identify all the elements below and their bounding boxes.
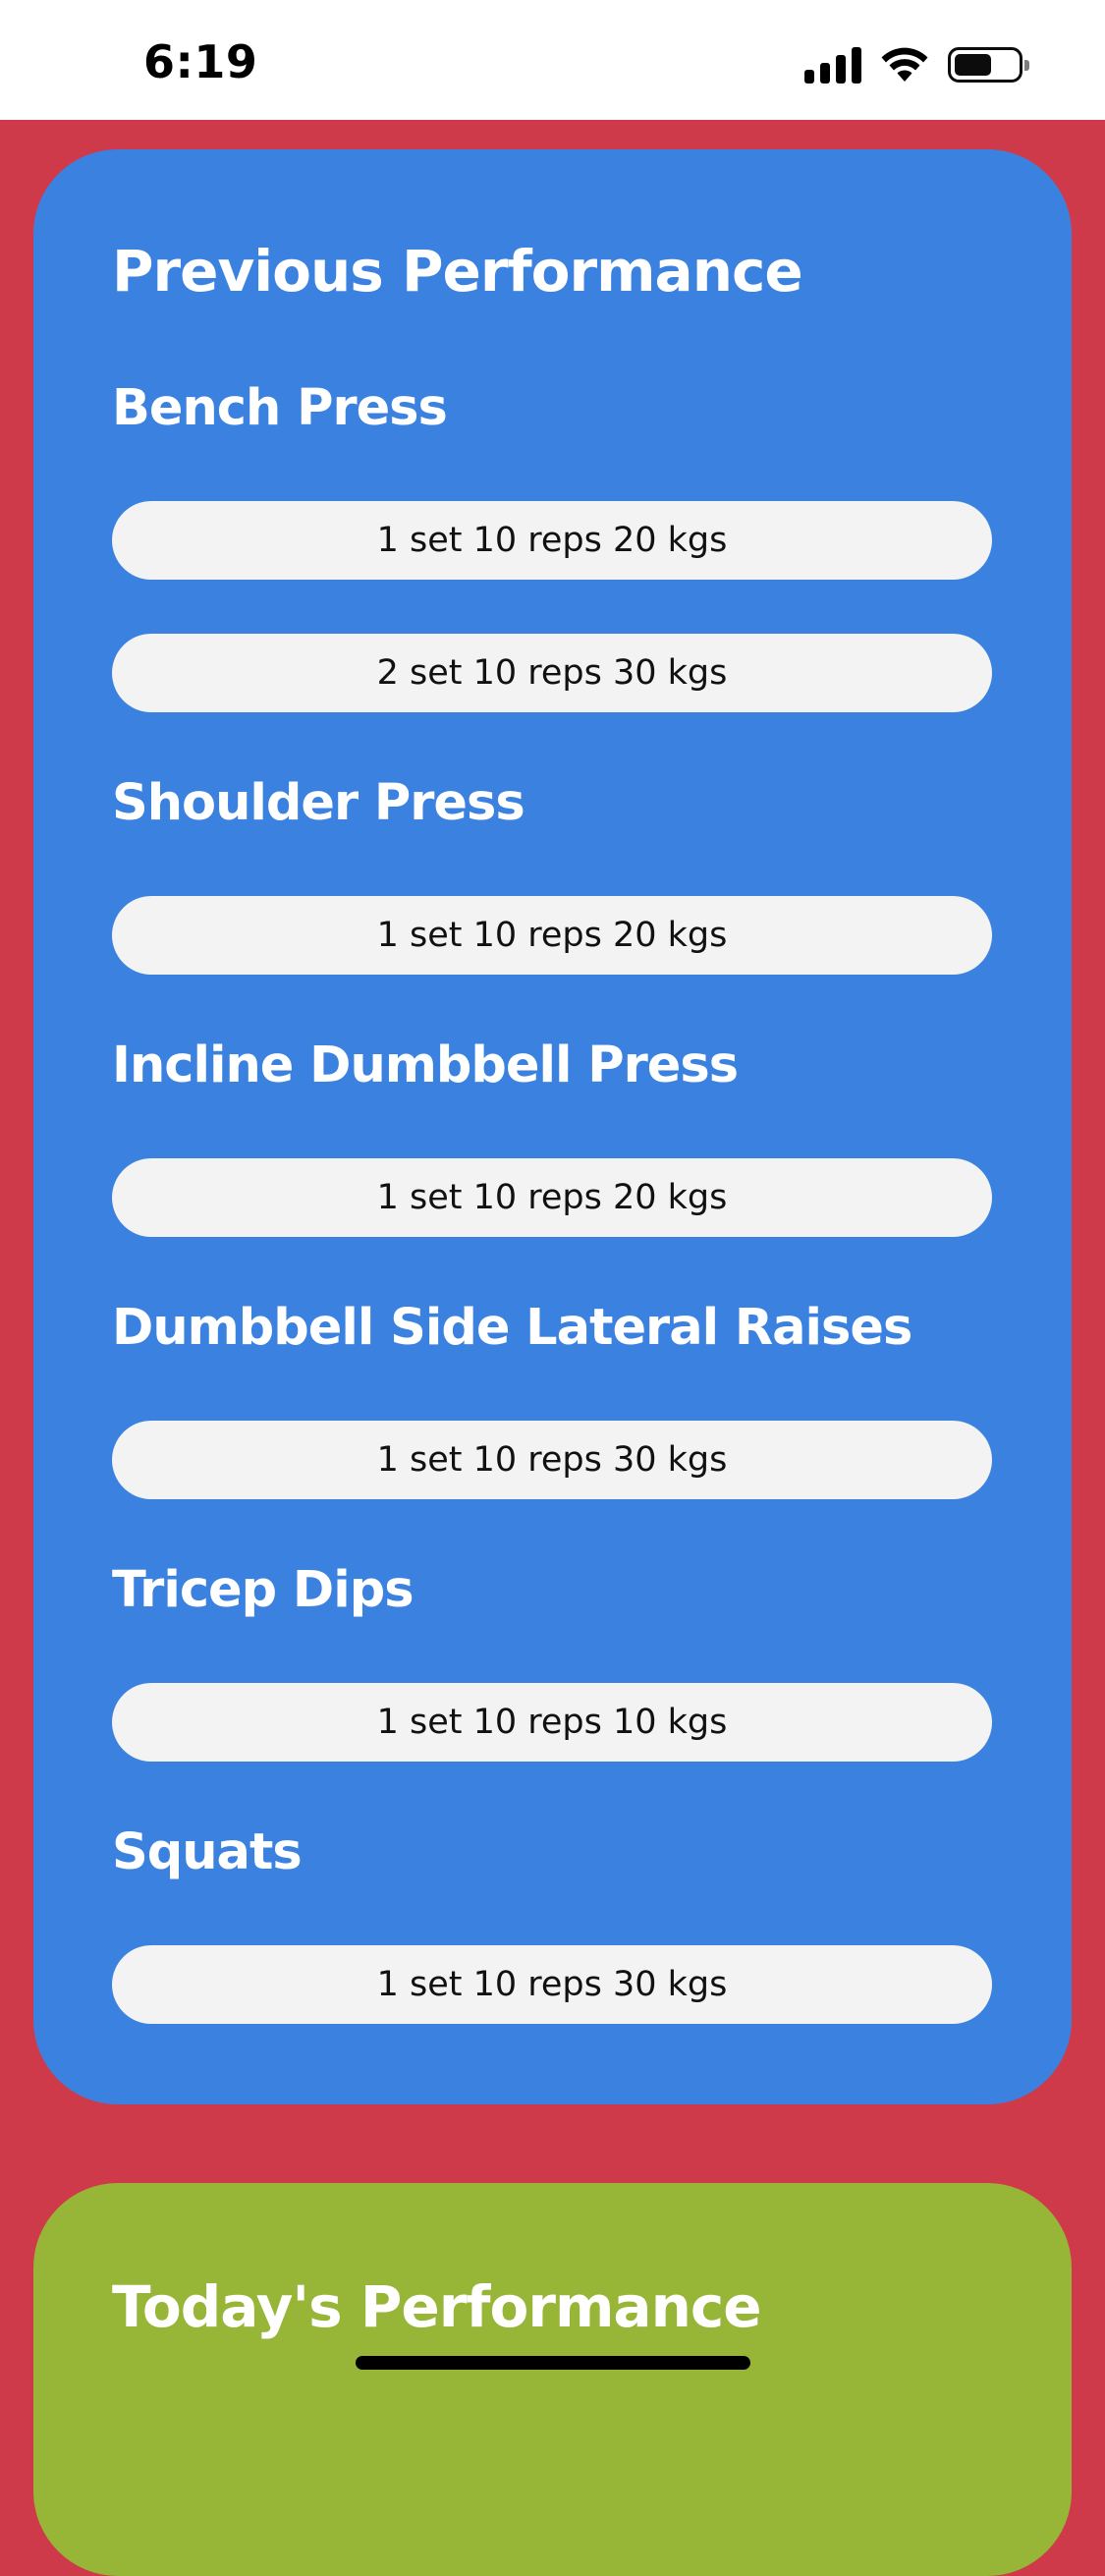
status-time: 6:19 [143,35,258,88]
wifi-icon [881,47,928,82]
todays-performance-title: Today's Performance [112,2273,762,2340]
exercise-name-shoulder-press: Shoulder Press [112,774,525,832]
status-bar: 6:19 [0,0,1105,120]
home-indicator[interactable] [356,2356,750,2370]
previous-performance-title: Previous Performance [112,238,803,305]
set-entry[interactable]: 1 set 10 reps 20 kgs [112,896,992,975]
exercise-name-bench-press: Bench Press [112,379,448,437]
todays-performance-card: Today's Performance [33,2183,1072,2576]
set-entry[interactable]: 1 set 10 reps 30 kgs [112,1421,992,1499]
set-entry[interactable]: 1 set 10 reps 20 kgs [112,1158,992,1237]
set-entry[interactable]: 2 set 10 reps 30 kgs [112,634,992,712]
previous-performance-card: Previous Performance Bench Press 1 set 1… [33,149,1072,2104]
battery-icon [948,47,1029,83]
set-entry[interactable]: 1 set 10 reps 10 kgs [112,1683,992,1762]
exercise-name-squats: Squats [112,1823,303,1881]
exercise-name-tricep-dips: Tricep Dips [112,1561,414,1619]
set-entry[interactable]: 1 set 10 reps 30 kgs [112,1945,992,2024]
exercise-name-dumbbell-side-lateral-raises: Dumbbell Side Lateral Raises [112,1299,912,1357]
cellular-signal-icon [804,46,861,84]
status-icons [804,41,1029,88]
exercise-name-incline-dumbbell-press: Incline Dumbbell Press [112,1036,739,1094]
set-entry[interactable]: 1 set 10 reps 20 kgs [112,501,992,580]
